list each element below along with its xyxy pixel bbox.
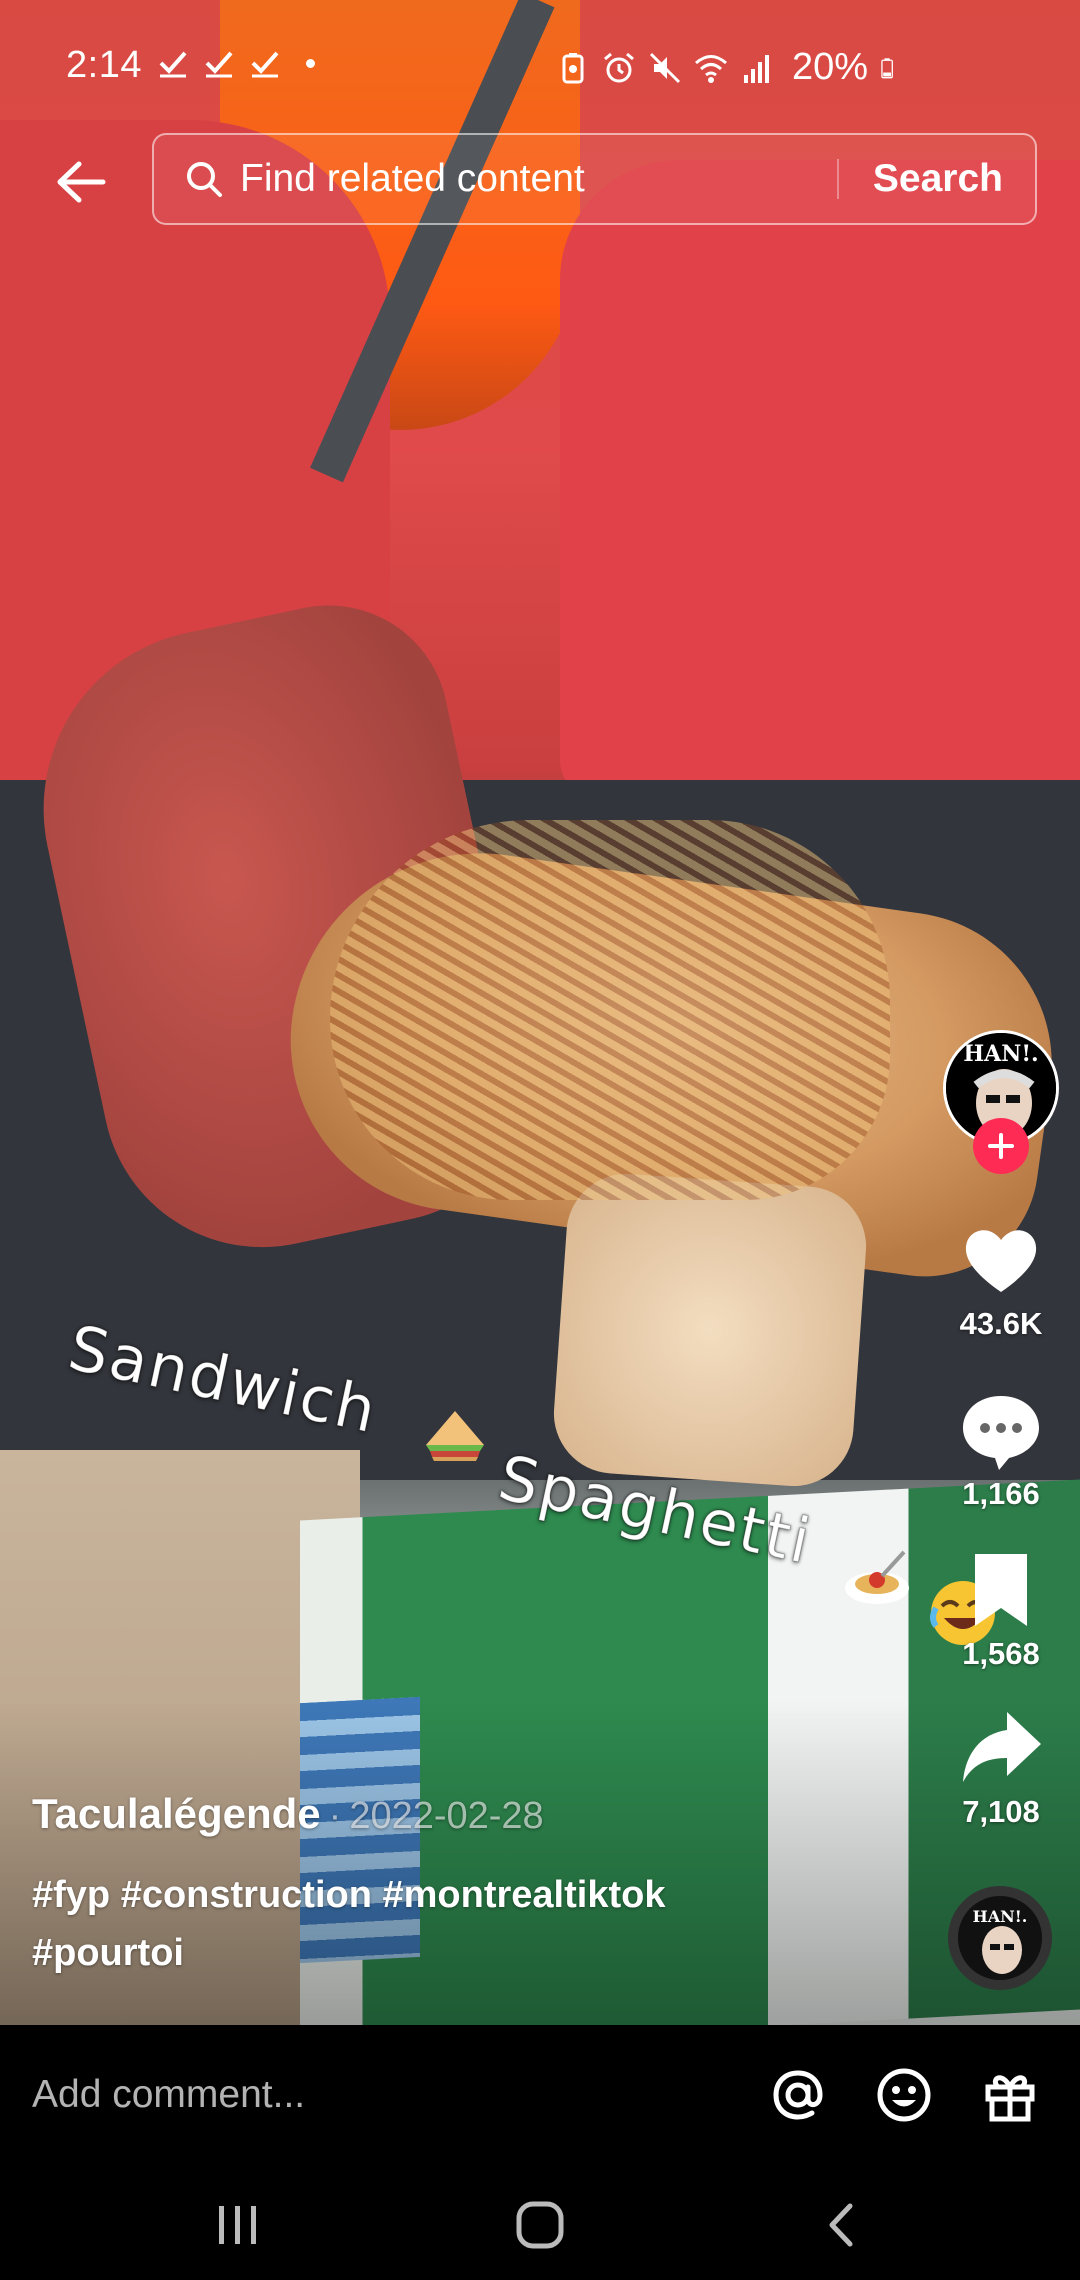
search-icon [187, 162, 222, 197]
gift-icon[interactable] [980, 2065, 1040, 2125]
video-player[interactable]: Sandwich Spaghetti [0, 0, 1080, 2025]
author-name[interactable]: Taculalégende [32, 1790, 321, 1838]
follow-button[interactable] [973, 1118, 1029, 1174]
video-content [330, 820, 890, 1200]
battery-icon [881, 57, 893, 78]
video-caption: Taculalégende · 2022-02-28 #fyp #constru… [32, 1790, 832, 1982]
check-icon [205, 51, 233, 78]
share-count: 7,108 [962, 1794, 1040, 1829]
search-bar[interactable]: Find related content Search [152, 133, 1037, 225]
check-icon [159, 51, 187, 78]
save-button[interactable]: 1,568 [931, 1548, 1071, 1672]
search-button[interactable]: Search [839, 157, 1035, 201]
like-button[interactable]: 43.6K [931, 1218, 1071, 1342]
home-button[interactable] [510, 2195, 570, 2255]
arrow-left-icon [57, 161, 106, 203]
recent-apps-button[interactable] [208, 2195, 268, 2255]
back-nav-button[interactable] [812, 2195, 872, 2255]
comment-input[interactable]: Add comment... [32, 2073, 768, 2117]
like-count: 43.6K [959, 1306, 1043, 1341]
status-time: 2:14 [66, 44, 142, 86]
status-bar: 2:14 20% [0, 0, 1080, 130]
creator-avatar[interactable]: HAN!. [943, 1030, 1059, 1174]
spaghetti-emoji-icon [845, 1550, 909, 1604]
music-disc-avatar-icon: HAN!. [958, 1896, 1042, 1980]
check-icon [251, 51, 279, 78]
comment-button[interactable]: 1,166 [931, 1388, 1071, 1512]
notification-icons [158, 48, 315, 78]
chevron-left-icon [829, 2203, 853, 2247]
video-content [549, 1169, 871, 1491]
home-icon [516, 2201, 564, 2249]
hashtags-line-1[interactable]: #fyp #construction #montrealtiktok [32, 1866, 832, 1924]
video-content [560, 160, 1080, 800]
system-nav-bar [0, 2165, 1080, 2280]
comment-count: 1,166 [962, 1476, 1040, 1511]
heart-icon [965, 1230, 1037, 1292]
alarm-icon [603, 52, 634, 82]
sandwich-emoji-icon [426, 1411, 484, 1461]
author-line: Taculalégende · 2022-02-28 [32, 1790, 832, 1838]
share-arrow-icon [963, 1712, 1041, 1782]
post-date: 2022-02-28 [349, 1795, 544, 1837]
back-button[interactable] [48, 152, 114, 212]
system-icons: 20% [556, 46, 902, 89]
save-count: 1,568 [962, 1636, 1040, 1671]
wifi-icon [694, 54, 727, 83]
bookmark-icon [975, 1554, 1027, 1626]
plus-icon [988, 1133, 1014, 1159]
recent-apps-icon [219, 2206, 256, 2244]
date-separator: · [328, 1795, 342, 1837]
hashtags[interactable]: #fyp #construction #montrealtiktok #pour… [32, 1866, 832, 1982]
share-button[interactable]: 7,108 [931, 1706, 1071, 1830]
emoji-icon[interactable] [874, 2065, 934, 2125]
hashtags-line-2[interactable]: #pourtoi [32, 1924, 832, 1982]
music-disc[interactable]: HAN!. [948, 1886, 1052, 1990]
battery-percent: 20% [791, 46, 868, 88]
search-input[interactable]: Find related content [240, 157, 837, 201]
signal-icon [743, 54, 769, 83]
mention-icon[interactable] [768, 2065, 828, 2125]
dot-icon [306, 58, 315, 68]
battery-saver-icon [562, 52, 584, 83]
comment-bar: Add comment... [0, 2025, 1080, 2165]
music-disc-text: HAN!. [973, 1907, 1028, 1926]
mute-icon [649, 52, 680, 83]
comment-bubble-icon [963, 1396, 1039, 1470]
avatar-text: HAN!. [963, 1041, 1038, 1067]
